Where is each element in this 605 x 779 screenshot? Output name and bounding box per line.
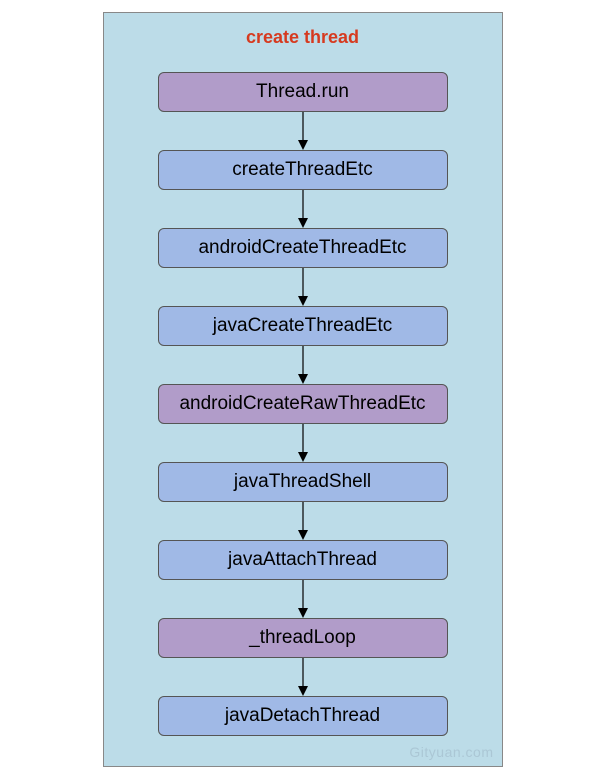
watermark: Gityuan.com: [409, 744, 493, 760]
arrow-down-icon: [295, 580, 311, 618]
arrow-down-icon: [295, 112, 311, 150]
flowchart-nodes: Thread.run createThreadEtc androidCreateTh…: [104, 72, 502, 736]
flow-node-n3: androidCreateThreadEtc: [158, 228, 448, 268]
arrow-down-icon: [295, 424, 311, 462]
flow-node-n9: javaDetachThread: [158, 696, 448, 736]
flow-node-n4: javaCreateThreadEtc: [158, 306, 448, 346]
arrow-down-icon: [295, 190, 311, 228]
flow-node-n2: createThreadEtc: [158, 150, 448, 190]
arrow-down-icon: [295, 502, 311, 540]
arrow-down-icon: [295, 268, 311, 306]
flow-node-n7: javaAttachThread: [158, 540, 448, 580]
arrow-down-icon: [295, 658, 311, 696]
diagram-title: create thread: [104, 27, 502, 48]
flow-node-n8: _threadLoop: [158, 618, 448, 658]
flow-node-n5: androidCreateRawThreadEtc: [158, 384, 448, 424]
flow-node-n6: javaThreadShell: [158, 462, 448, 502]
flow-node-n1: Thread.run: [158, 72, 448, 112]
diagram-container: create thread Thread.run createThreadEtc a…: [103, 12, 503, 767]
arrow-down-icon: [295, 346, 311, 384]
